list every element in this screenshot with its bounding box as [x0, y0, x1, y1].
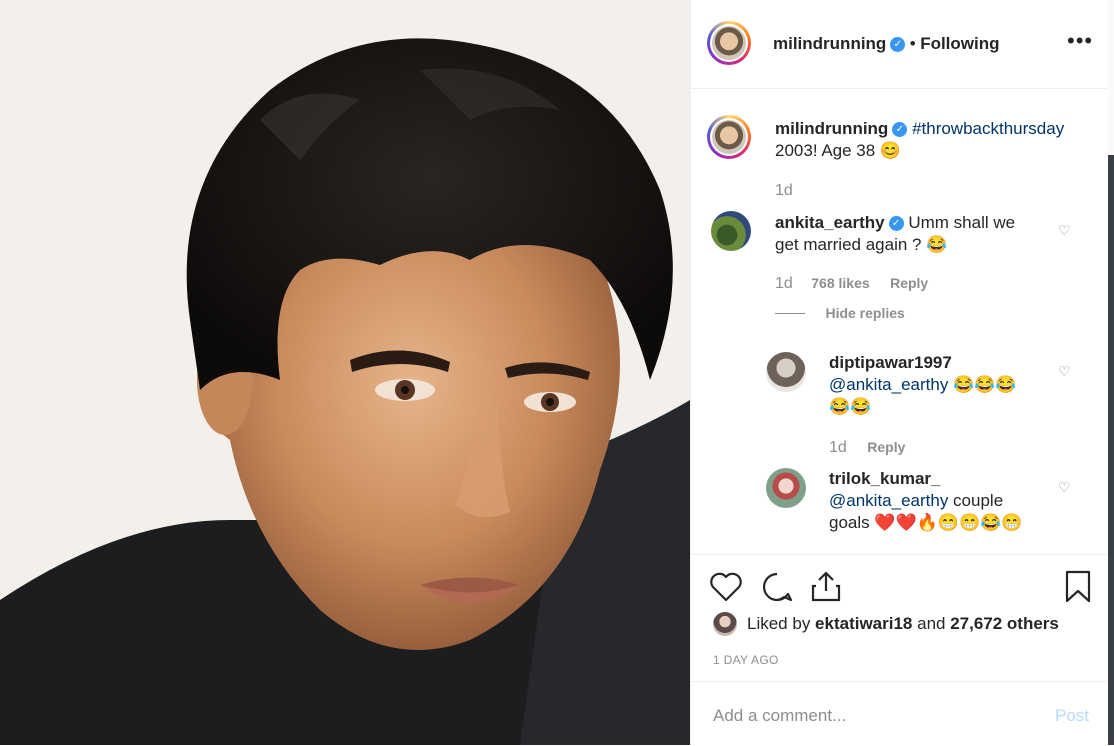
caption-author[interactable]: milindrunning — [775, 119, 888, 138]
bookmark-icon[interactable] — [1064, 570, 1092, 604]
separator-dot: • — [909, 34, 916, 53]
comment-age: 1d — [775, 275, 793, 292]
header-author-line: milindrunning ✓ • Following — [773, 34, 1000, 54]
hide-replies-toggle[interactable]: Hide replies — [775, 305, 905, 323]
post-side-panel: milindrunning ✓ • Following ••• milindrun… — [690, 0, 1108, 745]
reply-mention[interactable]: @ankita_earthy — [829, 375, 948, 394]
caption-text: 2003! Age 38 😊 — [775, 141, 902, 160]
reply-text-line2: goals ❤️❤️🔥😁😁😂😁 — [829, 513, 1023, 532]
following-button[interactable]: Following — [920, 34, 999, 53]
comment-input[interactable] — [711, 704, 1035, 728]
reply-avatar[interactable] — [766, 468, 806, 508]
likes-prefix: Liked by — [747, 614, 816, 633]
likes-others-count[interactable]: 27,672 others — [950, 614, 1059, 633]
hide-replies-line — [775, 313, 805, 315]
caption-age: 1d — [775, 182, 793, 199]
post-comment-button[interactable]: Post — [1055, 706, 1089, 726]
verified-badge-icon: ✓ — [890, 37, 906, 53]
background-strip — [1107, 0, 1114, 745]
hide-replies-label[interactable]: Hide replies — [825, 305, 904, 321]
reply-reply-button[interactable]: Reply — [867, 439, 905, 455]
post-photo[interactable] — [0, 0, 690, 745]
author-avatar[interactable] — [707, 21, 751, 65]
comment-text-line1: Umm shall we — [908, 213, 1016, 232]
comment-reply-button[interactable]: Reply — [890, 275, 928, 291]
comment-like-heart-icon[interactable]: ♡ — [1058, 222, 1071, 239]
comment-likes-count[interactable]: 768 likes — [811, 275, 869, 291]
reply-text-line1: 😂😂😂 — [948, 375, 1017, 394]
comment-icon[interactable] — [760, 571, 794, 603]
caption-author-avatar[interactable] — [707, 115, 751, 159]
liker-username[interactable]: ektatiwari18 — [815, 614, 912, 633]
liker-avatar[interactable] — [713, 612, 737, 636]
reply-age: 1d — [829, 439, 847, 456]
comment-item: ankita_earthy ✓ Umm shall we get married … — [775, 212, 1035, 256]
caption: milindrunning ✓ #throwbackthursday 2003! … — [775, 118, 1085, 162]
add-comment-bar: Post — [691, 681, 1108, 746]
reply-mention[interactable]: @ankita_earthy — [829, 491, 948, 510]
reply-item: trilok_kumar_ @ankita_earthy couple goal… — [829, 468, 1049, 534]
comments-list[interactable]: milindrunning ✓ #throwbackthursday 2003! … — [691, 89, 1108, 554]
reply-like-heart-icon[interactable]: ♡ — [1058, 363, 1071, 380]
heart-icon[interactable] — [709, 571, 743, 603]
post-timestamp: 1 DAY AGO — [713, 653, 779, 667]
likes-middle: and — [912, 614, 951, 633]
commenter-avatar[interactable] — [711, 211, 751, 251]
post-header: milindrunning ✓ • Following ••• — [691, 0, 1108, 89]
reply-author[interactable]: diptipawar1997 — [829, 353, 952, 372]
hashtag-link[interactable]: #throwbackthursday — [912, 119, 1064, 138]
comment-author[interactable]: ankita_earthy — [775, 213, 885, 232]
reply-like-heart-icon[interactable]: ♡ — [1058, 479, 1071, 496]
reply-avatar[interactable] — [766, 352, 806, 392]
verified-badge-icon: ✓ — [892, 122, 908, 138]
reply-meta: 1d Reply — [829, 439, 905, 457]
portrait-image — [0, 0, 690, 745]
author-username[interactable]: milindrunning — [773, 34, 886, 53]
share-icon[interactable] — [809, 569, 843, 603]
more-options-icon[interactable]: ••• — [1067, 28, 1093, 54]
reply-item: diptipawar1997 @ankita_earthy 😂😂😂 😂😂 — [829, 352, 1049, 418]
reply-text-line1: couple — [948, 491, 1004, 510]
reply-author[interactable]: trilok_kumar_ — [829, 469, 941, 488]
verified-badge-icon: ✓ — [888, 216, 904, 232]
comment-meta: 1d 768 likes Reply — [775, 275, 928, 293]
likes-summary: Liked by ektatiwari18 and 27,672 others — [747, 614, 1059, 634]
reply-text-line2: 😂😂 — [829, 397, 872, 416]
comment-text-line2: get married again ? 😂 — [775, 235, 948, 254]
